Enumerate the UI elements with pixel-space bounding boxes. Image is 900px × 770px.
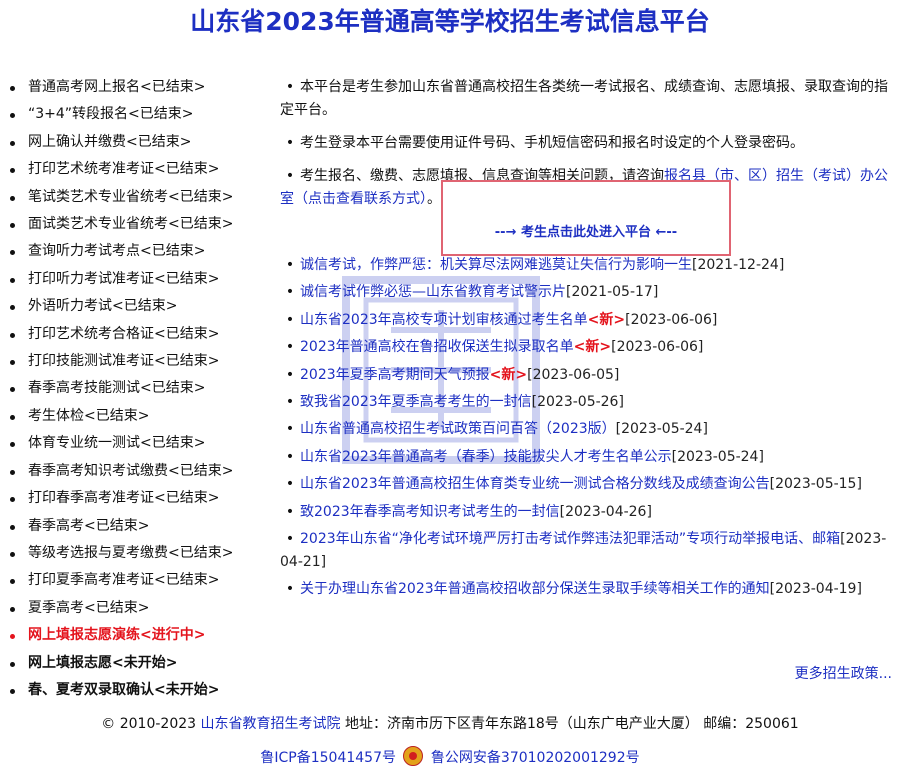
- footer-info: © 2010-2023 山东省教育招生考试院 地址：济南市历下区青年东路18号（…: [101, 716, 799, 732]
- menu-item[interactable]: 外语听力考试<已结束>: [8, 293, 270, 320]
- left-menu: 普通高考网上报名<已结束> “3+4”转段报名<已结束> 网上确认并缴费<已结束> 打…: [8, 74, 270, 704]
- more-policies-link[interactable]: 更多招生政策...: [795, 663, 892, 683]
- footer-records: 鲁ICP备15041457号 鲁公网安备37010202001292号: [0, 746, 900, 767]
- news-item: • 山东省2023年普通高校招生体育类专业统一测试合格分数线及成绩查询公告[202…: [285, 476, 862, 493]
- new-badge: <新>: [573, 339, 612, 356]
- news-item: • 2023年山东省“净化考试环境严厉打击考试作弊违法犯罪活动”专项行动举报电话、…: [280, 530, 887, 570]
- menu-item[interactable]: 夏季高考<已结束>: [8, 595, 270, 622]
- menu-item[interactable]: 春、夏考双录取确认<未开始>: [8, 677, 270, 704]
- icp-link[interactable]: 鲁ICP备15041457号: [260, 750, 396, 766]
- menu-item[interactable]: “3+4”转段报名<已结束>: [8, 101, 270, 128]
- menu-item[interactable]: 体育专业统一测试<已结束>: [8, 430, 270, 457]
- menu-item[interactable]: 打印夏季高考准考证<已结束>: [8, 567, 270, 594]
- menu-item[interactable]: 春季高考<已结束>: [8, 513, 270, 540]
- news-item: • 诚信考试，作弊严惩：机关算尽法网难逃莫让失信行为影响一生[2021-12-24…: [285, 257, 785, 273]
- news-link[interactable]: 山东省普通高校招生考试政策百问百答（2023版）: [300, 421, 616, 437]
- police-badge-icon: [403, 746, 424, 766]
- news-item: • 致我省2023年夏季高考考生的一封信[2023-05-26]: [285, 393, 624, 410]
- news-date: [2023-05-15]: [769, 476, 862, 493]
- news-link[interactable]: 诚信考试作弊必惩—山东省教育考试警示片: [300, 284, 566, 300]
- news-date: [2023-05-24]: [671, 448, 764, 465]
- menu-item[interactable]: 打印技能测试准考证<已结束>: [8, 348, 270, 375]
- news-link[interactable]: 山东省2023年高校专项计划审核通过考生名单: [300, 312, 588, 328]
- news-date: [2023-06-06]: [611, 339, 704, 356]
- news-item: • 山东省2023年普通高考（春季）技能拔尖人才考生名单公示[2023-05-24…: [285, 448, 764, 465]
- news-link[interactable]: 2023年普通高校在鲁招收保送生拟录取名单: [300, 339, 574, 355]
- menu-item[interactable]: 面试类艺术专业省统考<已结束>: [8, 211, 270, 238]
- news-link[interactable]: 致2023年春季高考知识考试考生的一封信: [300, 504, 560, 520]
- police-record-link[interactable]: 鲁公网安备37010202001292号: [431, 750, 640, 766]
- news-date: [2023-06-06]: [625, 311, 718, 328]
- news-link[interactable]: 山东省2023年普通高考（春季）技能拔尖人才考生名单公示: [300, 449, 672, 465]
- news-link[interactable]: 诚信考试，作弊严惩：机关算尽法网难逃莫让失信行为影响一生: [300, 257, 692, 273]
- menu-item[interactable]: 打印春季高考准考证<已结束>: [8, 485, 270, 512]
- news-date: [2021-05-17]: [566, 284, 659, 301]
- news-link[interactable]: 2023年夏季高考期间天气预报: [300, 367, 490, 383]
- enter-platform-link[interactable]: --→ 考生点击此处进入平台 ←--: [441, 221, 731, 240]
- menu-item[interactable]: 打印艺术统考合格证<已结束>: [8, 321, 270, 348]
- menu-item[interactable]: 网上确认并缴费<已结束>: [8, 129, 270, 156]
- news-link[interactable]: 山东省2023年普通高校招生体育类专业统一测试合格分数线及成绩查询公告: [300, 476, 770, 492]
- menu-item[interactable]: 网上填报志愿<未开始>: [8, 650, 270, 677]
- news-item: • 诚信考试作弊必惩—山东省教育考试警示片[2021-05-17]: [285, 284, 659, 301]
- enter-highlight-box: [441, 180, 731, 256]
- news-item: • 关于办理山东省2023年普通高校招收部分保送生录取手续等相关工作的通知[202…: [285, 581, 862, 598]
- org-link[interactable]: 山东省教育招生考试院: [201, 716, 341, 732]
- menu-item[interactable]: 查询听力考试考点<已结束>: [8, 238, 270, 265]
- menu-item[interactable]: 打印听力考试准考证<已结束>: [8, 266, 270, 293]
- news-link[interactable]: 致我省2023年夏季高考考生的一封信: [300, 394, 532, 410]
- menu-item[interactable]: 春季高考技能测试<已结束>: [8, 375, 270, 402]
- news-item: • 山东省普通高校招生考试政策百问百答（2023版）[2023-05-24]: [285, 421, 708, 438]
- news-item: • 山东省2023年高校专项计划审核通过考生名单<新>[2023-06-06]: [285, 311, 718, 328]
- info-item: • 考生登录本平台需要使用证件号码、手机短信密码和报名时设定的个人登录密码。: [285, 135, 804, 151]
- page-title: 山东省2023年普通高等学校招生考试信息平台: [190, 7, 710, 36]
- new-badge: <新>: [489, 366, 528, 383]
- news-date: [2023-04-26]: [559, 503, 652, 520]
- news-item: • 2023年普通高校在鲁招收保送生拟录取名单<新>[2023-06-06]: [285, 339, 704, 356]
- menu-item[interactable]: 考生体检<已结束>: [8, 403, 270, 430]
- menu-item[interactable]: 笔试类艺术专业省统考<已结束>: [8, 184, 270, 211]
- news-list: • 诚信考试，作弊严惩：机关算尽法网难逃莫让失信行为影响一生[2021-12-24…: [280, 254, 888, 606]
- info-item: • 本平台是考生参加山东省普通高校招生各类统一考试报名、成绩查询、志愿填报、录取查…: [280, 79, 888, 118]
- news-date: [2023-05-24]: [615, 421, 708, 438]
- menu-item[interactable]: 网上填报志愿演练<进行中>: [8, 622, 270, 649]
- news-item: • 致2023年春季高考知识考试考生的一封信[2023-04-26]: [285, 503, 652, 520]
- news-item: • 2023年夏季高考期间天气预报<新>[2023-06-05]: [285, 366, 620, 383]
- news-date: [2023-05-26]: [531, 393, 624, 410]
- menu-item[interactable]: 等级考选报与夏考缴费<已结束>: [8, 540, 270, 567]
- new-badge: <新>: [587, 311, 626, 328]
- news-date: [2021-12-24]: [692, 257, 785, 273]
- menu-item[interactable]: 普通高考网上报名<已结束>: [8, 74, 270, 101]
- menu-item[interactable]: 打印艺术统考准考证<已结束>: [8, 156, 270, 183]
- menu-item[interactable]: 春季高考知识考试缴费<已结束>: [8, 458, 270, 485]
- news-link[interactable]: 2023年山东省“净化考试环境严厉打击考试作弊违法犯罪活动”专项行动举报电话、邮…: [300, 531, 840, 547]
- news-date: [2023-04-19]: [769, 581, 862, 598]
- news-link[interactable]: 关于办理山东省2023年普通高校招收部分保送生录取手续等相关工作的通知: [300, 581, 770, 597]
- news-date: [2023-06-05]: [527, 366, 620, 383]
